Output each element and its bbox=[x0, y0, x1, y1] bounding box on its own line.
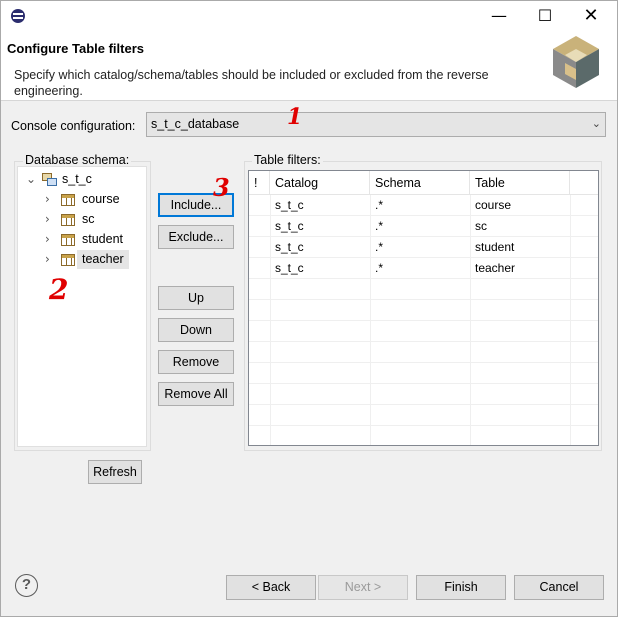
chevron-right-icon[interactable]: › bbox=[45, 210, 55, 229]
tree-node-table[interactable]: › student bbox=[42, 230, 132, 249]
table-row[interactable]: s_t_c .* teacher bbox=[249, 258, 598, 279]
tree-node-table[interactable]: › course bbox=[42, 190, 132, 209]
dialog-window: — ☐ ✕ Configure Table filters Specify wh… bbox=[0, 0, 618, 617]
chevron-down-icon: ⌄ bbox=[591, 118, 601, 130]
maximize-button[interactable]: ☐ bbox=[522, 1, 568, 31]
exclude-button[interactable]: Exclude... bbox=[158, 225, 234, 249]
chevron-right-icon[interactable]: › bbox=[45, 190, 55, 209]
next-button[interactable]: Next > bbox=[318, 575, 408, 600]
annotation-3: 3 bbox=[213, 173, 230, 202]
back-button[interactable]: < Back bbox=[226, 575, 316, 600]
cell-catalog: s_t_c bbox=[275, 198, 304, 212]
tree-node-label: sc bbox=[82, 212, 95, 226]
empty-row bbox=[249, 300, 598, 321]
chevron-expanded-icon[interactable]: ⌄ bbox=[26, 170, 36, 189]
chevron-right-icon[interactable]: › bbox=[45, 250, 55, 269]
table-row[interactable]: s_t_c .* course bbox=[249, 195, 598, 216]
column-header-table[interactable]: Table bbox=[470, 171, 570, 195]
column-header-schema[interactable]: Schema bbox=[370, 171, 470, 195]
empty-row bbox=[249, 279, 598, 300]
tree-node-label: s_t_c bbox=[62, 172, 92, 186]
tree-node-label: course bbox=[82, 192, 120, 206]
cell-table: course bbox=[475, 198, 512, 212]
schema-tree[interactable]: ⌄ s_t_c › course › sc › student › teache… bbox=[17, 166, 147, 447]
console-configuration-select[interactable]: s_t_c_database ⌄ bbox=[146, 112, 606, 137]
tree-node-label: teacher bbox=[82, 252, 124, 266]
table-icon bbox=[61, 234, 75, 246]
column-header-catalog[interactable]: Catalog bbox=[270, 171, 370, 195]
chevron-right-icon[interactable]: › bbox=[45, 230, 55, 249]
hibernate-logo-icon bbox=[553, 36, 599, 88]
schema-icon bbox=[42, 173, 57, 187]
table-row[interactable]: s_t_c .* student bbox=[249, 237, 598, 258]
empty-row bbox=[249, 384, 598, 405]
page-title: Configure Table filters bbox=[7, 41, 144, 56]
refresh-button[interactable]: Refresh bbox=[88, 460, 142, 484]
cell-table: student bbox=[475, 240, 515, 254]
annotation-1: 1 bbox=[287, 104, 303, 130]
table-icon bbox=[61, 214, 75, 226]
page-description: Specify which catalog/schema/tables shou… bbox=[14, 68, 489, 98]
console-configuration-label: Console configuration: bbox=[11, 119, 136, 133]
minimize-button[interactable]: — bbox=[476, 1, 522, 31]
tree-node-root[interactable]: ⌄ s_t_c bbox=[22, 170, 142, 189]
table-row[interactable]: s_t_c .* sc bbox=[249, 216, 598, 237]
cell-catalog: s_t_c bbox=[275, 261, 304, 275]
cell-catalog: s_t_c bbox=[275, 219, 304, 233]
empty-row bbox=[249, 342, 598, 363]
column-header-exclude[interactable]: ! bbox=[249, 171, 270, 195]
title-bar: — ☐ ✕ bbox=[1, 1, 617, 31]
annotation-2: 2 bbox=[49, 273, 69, 306]
cell-schema: .* bbox=[375, 261, 384, 275]
cell-table: sc bbox=[475, 219, 487, 233]
empty-row bbox=[249, 405, 598, 426]
table-icon bbox=[61, 194, 75, 206]
empty-row bbox=[249, 363, 598, 384]
close-button[interactable]: ✕ bbox=[568, 1, 614, 31]
remove-button[interactable]: Remove bbox=[158, 350, 234, 374]
table-icon bbox=[61, 254, 75, 266]
cell-schema: .* bbox=[375, 198, 384, 212]
wizard-header: Configure Table filters Specify which ca… bbox=[1, 31, 617, 101]
console-configuration-value: s_t_c_database bbox=[151, 117, 240, 131]
cell-table: teacher bbox=[475, 261, 516, 275]
tree-node-table[interactable]: › teacher bbox=[42, 250, 132, 269]
finish-button[interactable]: Finish bbox=[416, 575, 506, 600]
help-icon[interactable]: ? bbox=[15, 574, 38, 597]
empty-row bbox=[249, 321, 598, 342]
empty-row bbox=[249, 426, 598, 445]
table-filters-legend: Table filters: bbox=[252, 153, 323, 167]
eclipse-app-icon bbox=[11, 9, 25, 23]
table-filters-table[interactable]: ! Catalog Schema Table s_t_c .* course s… bbox=[248, 170, 599, 446]
cancel-button[interactable]: Cancel bbox=[514, 575, 604, 600]
cell-catalog: s_t_c bbox=[275, 240, 304, 254]
table-header: ! Catalog Schema Table bbox=[249, 171, 598, 195]
tree-node-label: student bbox=[82, 232, 124, 246]
down-button[interactable]: Down bbox=[158, 318, 234, 342]
up-button[interactable]: Up bbox=[158, 286, 234, 310]
cell-schema: .* bbox=[375, 219, 384, 233]
cell-schema: .* bbox=[375, 240, 384, 254]
remove-all-button[interactable]: Remove All bbox=[158, 382, 234, 406]
database-schema-legend: Database schema: bbox=[23, 153, 132, 167]
tree-node-table[interactable]: › sc bbox=[42, 210, 132, 229]
